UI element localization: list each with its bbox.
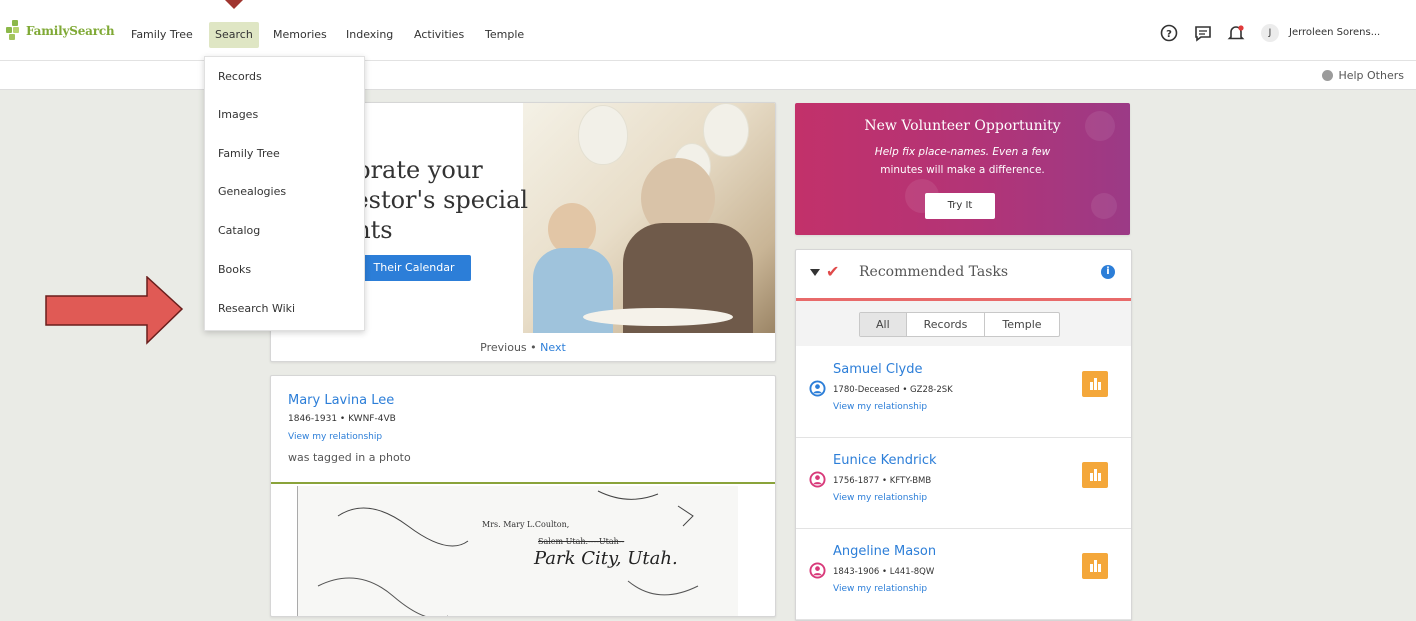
help-others-link[interactable]: Help Others — [1322, 69, 1404, 82]
tasks-header: ✔ Recommended Tasks i — [796, 250, 1131, 301]
tab-records[interactable]: Records — [907, 313, 986, 336]
task-relationship-link[interactable]: View my relationship — [833, 584, 927, 594]
help-others-label: Help Others — [1338, 69, 1404, 82]
familysearch-logo[interactable]: FamilySearch — [6, 20, 115, 42]
tab-all[interactable]: All — [860, 313, 907, 336]
messages-icon[interactable] — [1194, 24, 1212, 42]
task-row[interactable]: Angeline Mason 1843-1906 • L441-8QW View… — [796, 528, 1131, 620]
document-line: Salem Utah.----Utah-- — [538, 537, 625, 546]
help-icon[interactable]: ? — [1160, 24, 1178, 42]
document-handwriting: Park City, Utah. — [534, 548, 678, 569]
menu-item-genealogies[interactable]: Genealogies — [218, 185, 286, 198]
memory-card: Mary Lavina Lee 1846-1931 • KWNF-4VB Vie… — [270, 375, 776, 617]
nav-family-tree[interactable]: Family Tree — [125, 22, 199, 48]
menu-item-research-wiki[interactable]: Research Wiki — [218, 302, 295, 315]
task-temple-badge-icon[interactable] — [1082, 462, 1108, 488]
pager-next[interactable]: Next — [540, 341, 566, 354]
task-row[interactable]: Samuel Clyde 1780-Deceased • GZ28-2SK Vi… — [796, 346, 1131, 438]
task-row[interactable]: Eunice Kendrick 1756-1877 • KFTY-BMB Vie… — [796, 437, 1131, 529]
balloon-decoration — [703, 103, 749, 157]
hero-pager: Previous • Next — [271, 341, 775, 354]
task-temple-badge-icon[interactable] — [1082, 553, 1108, 579]
nav-activities[interactable]: Activities — [408, 22, 470, 48]
pager-previous[interactable]: Previous — [480, 341, 527, 354]
tasks-tabs: All Records Temple — [859, 312, 1060, 337]
tasks-filter-bar: All Records Temple — [796, 301, 1131, 346]
document-line: Mrs. Mary L.Coulton, — [482, 520, 570, 529]
nav-indexing[interactable]: Indexing — [340, 22, 399, 48]
female-person-icon — [809, 471, 826, 488]
info-icon[interactable]: i — [1101, 265, 1115, 279]
memory-photo[interactable]: Mrs. Mary L.Coulton, Salem Utah.----Utah… — [297, 486, 738, 616]
memory-relationship-link[interactable]: View my relationship — [288, 432, 382, 442]
search-dropdown-menu: Records Images Family Tree Genealogies C… — [204, 56, 365, 331]
memory-person-name[interactable]: Mary Lavina Lee — [288, 393, 394, 408]
notifications-icon[interactable] — [1227, 24, 1245, 42]
collapse-triangle-icon[interactable] — [810, 269, 820, 276]
svg-text:?: ? — [1166, 29, 1172, 40]
volunteer-line1: Help fix place-names. Even a few — [874, 146, 1051, 158]
task-person-meta: 1756-1877 • KFTY-BMB — [833, 476, 932, 486]
nav-search[interactable]: Search — [209, 22, 259, 48]
checkmark-icon: ✔ — [826, 262, 840, 281]
task-temple-badge-icon[interactable] — [1082, 371, 1108, 397]
cake-plate — [583, 308, 733, 326]
help-others-icon — [1322, 70, 1334, 81]
logo-text: FamilySearch — [26, 24, 115, 38]
top-navigation: FamilySearch Family Tree Search Memories… — [0, 0, 1416, 61]
female-person-icon — [809, 562, 826, 579]
nav-memories[interactable]: Memories — [267, 22, 333, 48]
task-person-name[interactable]: Angeline Mason — [833, 544, 936, 559]
volunteer-line2: minutes will make a difference. — [880, 164, 1045, 176]
pointer-caret — [225, 0, 243, 9]
volunteer-card: New Volunteer Opportunity Help fix place… — [795, 103, 1130, 235]
task-person-name[interactable]: Samuel Clyde — [833, 362, 923, 377]
logo-tree-icon — [6, 20, 24, 42]
volunteer-description: Help fix place-names. Even a few minutes… — [795, 143, 1130, 179]
try-it-button[interactable]: Try It — [925, 193, 995, 219]
task-relationship-link[interactable]: View my relationship — [833, 493, 927, 503]
memory-action: was tagged in a photo — [288, 451, 411, 464]
task-person-meta: 1780-Deceased • GZ28-2SK — [833, 385, 953, 395]
task-person-name[interactable]: Eunice Kendrick — [833, 453, 937, 468]
menu-item-records[interactable]: Records — [218, 70, 262, 83]
menu-item-books[interactable]: Books — [218, 263, 251, 276]
divider — [271, 482, 775, 484]
recommended-tasks-card: ✔ Recommended Tasks i All Records Temple… — [795, 249, 1132, 621]
task-person-meta: 1843-1906 • L441-8QW — [833, 567, 935, 577]
user-name[interactable]: Jerroleen Sorens... — [1289, 27, 1380, 38]
volunteer-title: New Volunteer Opportunity — [864, 118, 1061, 134]
male-person-icon — [809, 380, 826, 397]
pager-separator: • — [530, 341, 537, 354]
decorative-circle — [1091, 193, 1117, 219]
avatar[interactable]: J — [1261, 24, 1279, 42]
hero-title: ebrate your cestor's special ents — [341, 156, 529, 244]
nav-temple[interactable]: Temple — [479, 22, 530, 48]
menu-item-catalog[interactable]: Catalog — [218, 224, 260, 237]
calendar-button[interactable]: Their Calendar — [357, 255, 471, 281]
menu-item-family-tree[interactable]: Family Tree — [218, 147, 280, 160]
menu-item-images[interactable]: Images — [218, 108, 258, 121]
memory-person-meta: 1846-1931 • KWNF-4VB — [288, 414, 396, 424]
annotation-arrow-icon — [45, 276, 184, 345]
tasks-title: Recommended Tasks — [859, 264, 1009, 280]
tab-temple[interactable]: Temple — [985, 313, 1058, 336]
task-relationship-link[interactable]: View my relationship — [833, 402, 927, 412]
